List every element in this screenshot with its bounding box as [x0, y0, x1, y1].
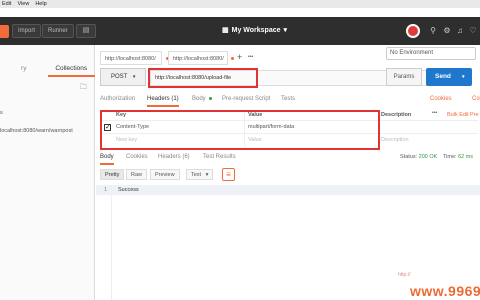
line-number: 1: [104, 187, 108, 193]
chevron-down-icon[interactable]: ▾: [462, 68, 465, 86]
method-label: POST: [111, 74, 128, 80]
new-window-button[interactable]: ▤: [76, 24, 96, 38]
method-select[interactable]: POST ▾: [100, 68, 146, 86]
pretty-button[interactable]: Pretty: [100, 169, 125, 180]
response-status: Status: 200 OK: [400, 151, 437, 163]
presets-link[interactable]: Pre: [470, 110, 479, 121]
runner-button[interactable]: Runner: [42, 24, 74, 38]
format-select[interactable]: Text ▾: [186, 169, 214, 180]
sidebar-tabs: ry Collections: [0, 63, 95, 77]
status-label: Status:: [400, 154, 418, 160]
tab-headers[interactable]: Headers (1): [147, 93, 179, 107]
add-tab-button[interactable]: +: [237, 52, 242, 62]
workspace-selector[interactable]: ▦ My Workspace ▾: [222, 26, 288, 35]
tab-response-headers[interactable]: Headers (6): [158, 151, 190, 163]
new-button[interactable]: [0, 25, 9, 38]
tab-response-body[interactable]: Body: [100, 151, 114, 165]
tab-collections[interactable]: Collections: [47, 63, 95, 77]
menu-view[interactable]: View: [17, 0, 29, 8]
code-link[interactable]: Cod: [472, 93, 480, 105]
environment-select[interactable]: No Environment: [386, 47, 476, 60]
request-tab[interactable]: http://localhost:8080/: [100, 51, 162, 65]
tab-body[interactable]: Body: [192, 93, 212, 105]
time-label: Time:: [443, 154, 457, 160]
url-highlight: [148, 68, 258, 88]
settings-icon[interactable]: ⚙: [442, 26, 452, 36]
new-description-input[interactable]: Description: [381, 135, 409, 146]
unsaved-dot-icon: [231, 57, 234, 60]
raw-button[interactable]: Raw: [126, 169, 148, 180]
tab-tests[interactable]: Tests: [281, 93, 295, 105]
status-dot-icon: [208, 96, 212, 100]
tab-authorization[interactable]: Authorization: [100, 93, 135, 105]
format-label: Text: [191, 172, 202, 178]
response-body-text: Success: [118, 187, 139, 193]
grid-icon: ▦: [222, 27, 229, 34]
send-button[interactable]: Send ▾: [426, 68, 472, 86]
window-icon: ▤: [82, 27, 90, 34]
headers-highlight: [100, 110, 380, 150]
tab-more-button[interactable]: •••: [248, 54, 253, 60]
menu-bar: Edit View Help: [0, 0, 47, 8]
tab-prerequest[interactable]: Pre-request Script: [222, 93, 270, 105]
sidebar-item-warnpost[interactable]: localhost:8080/warn/warnpost: [0, 128, 73, 134]
response-time: Time: 62 ms: [443, 151, 473, 163]
chevron-down-icon: ▾: [132, 74, 136, 80]
request-section-tabs: Authorization Headers (1) Body Pre-reque…: [100, 93, 480, 107]
tab-body-label: Body: [192, 96, 206, 102]
sync-status-icon[interactable]: [406, 24, 420, 38]
request-tab-label: http://localhost:8080/: [173, 56, 224, 62]
notification-icon[interactable]: ♫: [455, 26, 465, 36]
code-line: 1 Success: [96, 185, 480, 195]
import-button[interactable]: Import: [12, 24, 42, 38]
time-value: 62 ms: [458, 154, 474, 160]
preview-button[interactable]: Preview: [150, 169, 180, 180]
col-description: Description: [381, 112, 412, 118]
menu-help[interactable]: Help: [35, 0, 46, 8]
satellite-icon[interactable]: ⚲: [428, 26, 438, 36]
more-options-button[interactable]: •••: [432, 108, 437, 119]
workspace-label: My Workspace: [231, 26, 281, 34]
sidebar: ry Collections 🗀 s localhost:8080/warn/w…: [0, 45, 95, 300]
wrap-lines-icon[interactable]: ≡: [222, 168, 235, 181]
bulk-edit-link[interactable]: Bulk Edit: [447, 110, 469, 121]
request-tab[interactable]: http://localhost:8080/: [168, 51, 228, 65]
sidebar-item[interactable]: s: [0, 110, 3, 116]
title-bar: Edit View Help: [0, 0, 480, 8]
heart-icon[interactable]: ♡: [468, 26, 478, 36]
new-folder-icon[interactable]: 🗀: [80, 83, 87, 94]
params-button[interactable]: Params: [386, 68, 422, 86]
tab-test-results[interactable]: Test Results: [203, 151, 236, 163]
watermark: www.9969: [410, 283, 480, 299]
watermark-url: http://: [398, 272, 411, 278]
chevron-down-icon: ▾: [205, 172, 209, 178]
cookies-link[interactable]: Cookies: [430, 93, 452, 105]
tab-history[interactable]: ry: [0, 63, 48, 77]
status-value: 200 OK: [418, 154, 438, 160]
menu-edit[interactable]: Edit: [2, 0, 11, 8]
line-gutter: [96, 185, 112, 300]
request-tab-label: http://localhost:8080/: [105, 56, 156, 62]
send-label: Send: [435, 73, 451, 80]
response-tabs: Body Cookies Headers (6) Test Results St…: [96, 151, 480, 165]
app-header: Import Runner ▤ ▦ My Workspace ▾ ⚲ ⚙ ♫ ♡: [0, 17, 480, 45]
chevron-down-icon: ▾: [283, 27, 288, 34]
tab-response-cookies[interactable]: Cookies: [126, 151, 148, 163]
